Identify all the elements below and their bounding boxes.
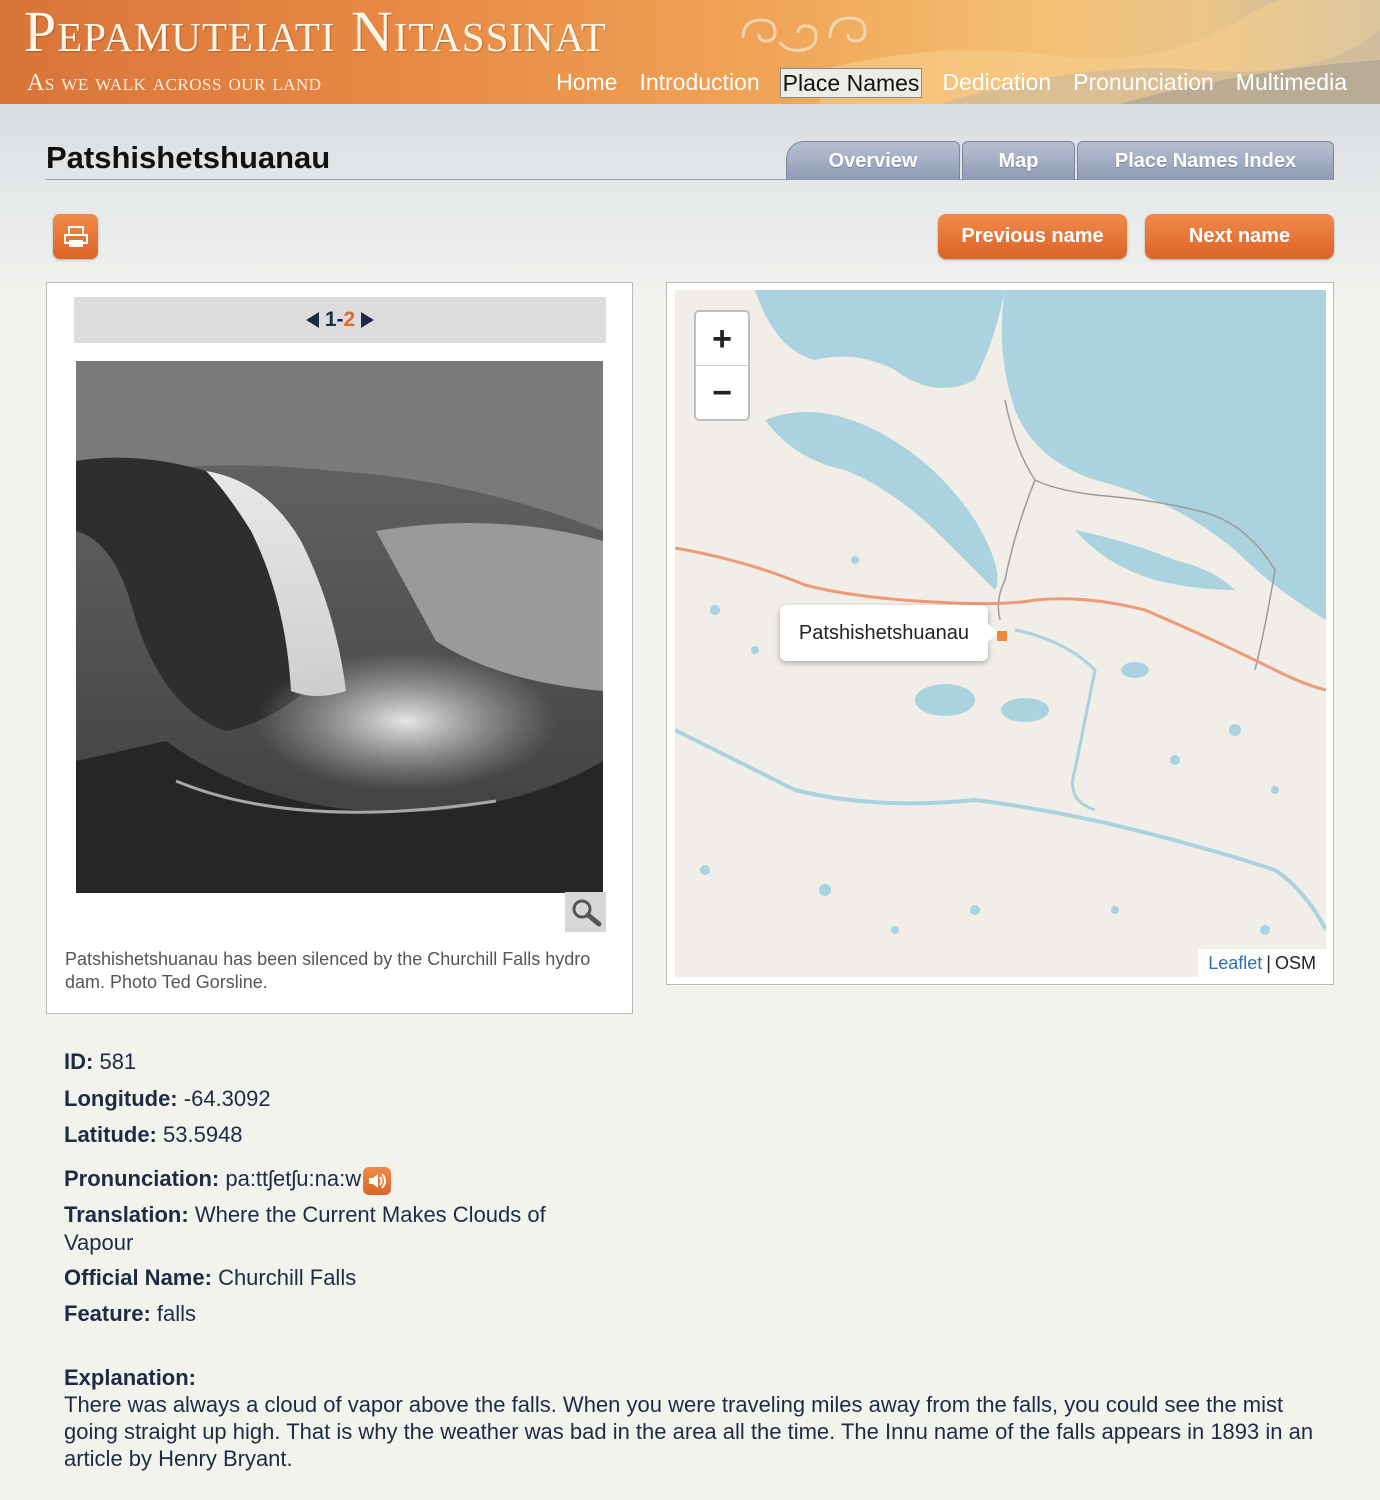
- id-value: 581: [99, 1049, 137, 1074]
- official-name-label: Official Name:: [64, 1265, 212, 1290]
- page-title: Patshishetshuanau: [46, 140, 331, 175]
- attribution-separator: |: [1266, 952, 1271, 973]
- tab-map[interactable]: Map: [962, 141, 1075, 180]
- location-map[interactable]: + − Patshishetshuanau Leaflet | OSM: [675, 290, 1326, 977]
- detail-pronunciation: Pronunciation: pa:ttʃetʃu:na:w: [64, 1165, 392, 1195]
- map-attribution: Leaflet | OSM: [1198, 949, 1326, 977]
- printer-icon: [63, 225, 88, 247]
- detail-latitude: Latitude: 53.5948: [64, 1121, 243, 1149]
- site-banner: Pepamuteiati Nitassinat As we walk acros…: [0, 0, 1380, 104]
- longitude-label: Longitude:: [64, 1086, 178, 1111]
- leaflet-link[interactable]: Leaflet: [1208, 953, 1262, 974]
- site-title[interactable]: Pepamuteiati Nitassinat: [24, 2, 607, 62]
- nav-dedication[interactable]: Dedication: [931, 68, 1062, 98]
- translation-label: Translation:: [64, 1202, 189, 1227]
- detail-id: ID: 581: [64, 1048, 136, 1076]
- osm-attribution: OSM: [1274, 952, 1316, 973]
- nav-introduction[interactable]: Introduction: [628, 68, 770, 98]
- nav-place-names[interactable]: Place Names: [779, 68, 923, 98]
- sky-backdrop: [0, 104, 1380, 304]
- site-subtitle: As we walk across our land: [27, 70, 322, 96]
- pager-separator: -: [336, 308, 344, 331]
- nav-multimedia[interactable]: Multimedia: [1225, 68, 1358, 98]
- previous-name-button[interactable]: Previous name: [938, 214, 1127, 259]
- detail-feature: Feature: falls: [64, 1300, 196, 1328]
- speaker-icon: [369, 1173, 387, 1189]
- pager-first[interactable]: 1: [325, 308, 337, 332]
- explanation-label: Explanation:: [64, 1365, 197, 1390]
- nav-pronunciation[interactable]: Pronunciation: [1062, 68, 1225, 98]
- pronunciation-value: pa:ttʃetʃu:na:w: [225, 1166, 362, 1191]
- detail-official-name: Official Name: Churchill Falls: [64, 1264, 356, 1292]
- pager-next-icon[interactable]: [361, 312, 375, 328]
- pronunciation-label: Pronunciation:: [64, 1166, 220, 1191]
- map-panel: + − Patshishetshuanau Leaflet | OSM: [666, 282, 1334, 985]
- nav-home[interactable]: Home: [545, 68, 628, 98]
- print-button[interactable]: [53, 214, 98, 259]
- map-zoom-in-button[interactable]: +: [696, 312, 748, 366]
- explanation-text: There was always a cloud of vapor above …: [64, 1392, 1314, 1471]
- longitude-value: -64.3092: [183, 1086, 271, 1111]
- map-zoom-out-button[interactable]: −: [696, 366, 748, 420]
- pager-current: 2: [343, 308, 356, 331]
- latitude-label: Latitude:: [64, 1122, 157, 1147]
- pager-prev-icon[interactable]: [305, 312, 319, 328]
- waterfall-photo-image: [76, 361, 603, 893]
- tab-place-names-index[interactable]: Place Names Index: [1077, 141, 1334, 180]
- detail-translation: Translation: Where the Current Makes Clo…: [64, 1201, 604, 1257]
- map-popup: Patshishetshuanau: [780, 605, 998, 661]
- main-nav: Home Introduction Place Names Dedication…: [545, 68, 1358, 98]
- photo-zoom-button[interactable]: [565, 892, 606, 932]
- latitude-value: 53.5948: [163, 1122, 243, 1147]
- explanation: Explanation: There was always a cloud of…: [64, 1364, 1324, 1472]
- waterfall-photo[interactable]: [76, 361, 603, 893]
- next-name-button[interactable]: Next name: [1145, 214, 1334, 259]
- play-audio-button[interactable]: [363, 1167, 392, 1195]
- official-name-value: Churchill Falls: [218, 1265, 357, 1290]
- detail-longitude: Longitude: -64.3092: [64, 1085, 271, 1113]
- photo-pager: 1-2: [74, 297, 606, 343]
- map-zoom-control: + −: [694, 310, 750, 421]
- photo-panel: 1-2 Patshishetshuanau has been silenced …: [46, 282, 633, 1014]
- map-marker-icon[interactable]: [997, 631, 1007, 641]
- id-label: ID:: [64, 1049, 94, 1074]
- feature-value: falls: [156, 1301, 197, 1326]
- magnifier-icon: [572, 899, 601, 927]
- swirl-ornament-icon: [741, 16, 867, 52]
- tab-overview[interactable]: Overview: [786, 141, 960, 180]
- feature-label: Feature:: [64, 1301, 151, 1326]
- photo-caption: Patshishetshuanau has been silenced by t…: [65, 949, 591, 992]
